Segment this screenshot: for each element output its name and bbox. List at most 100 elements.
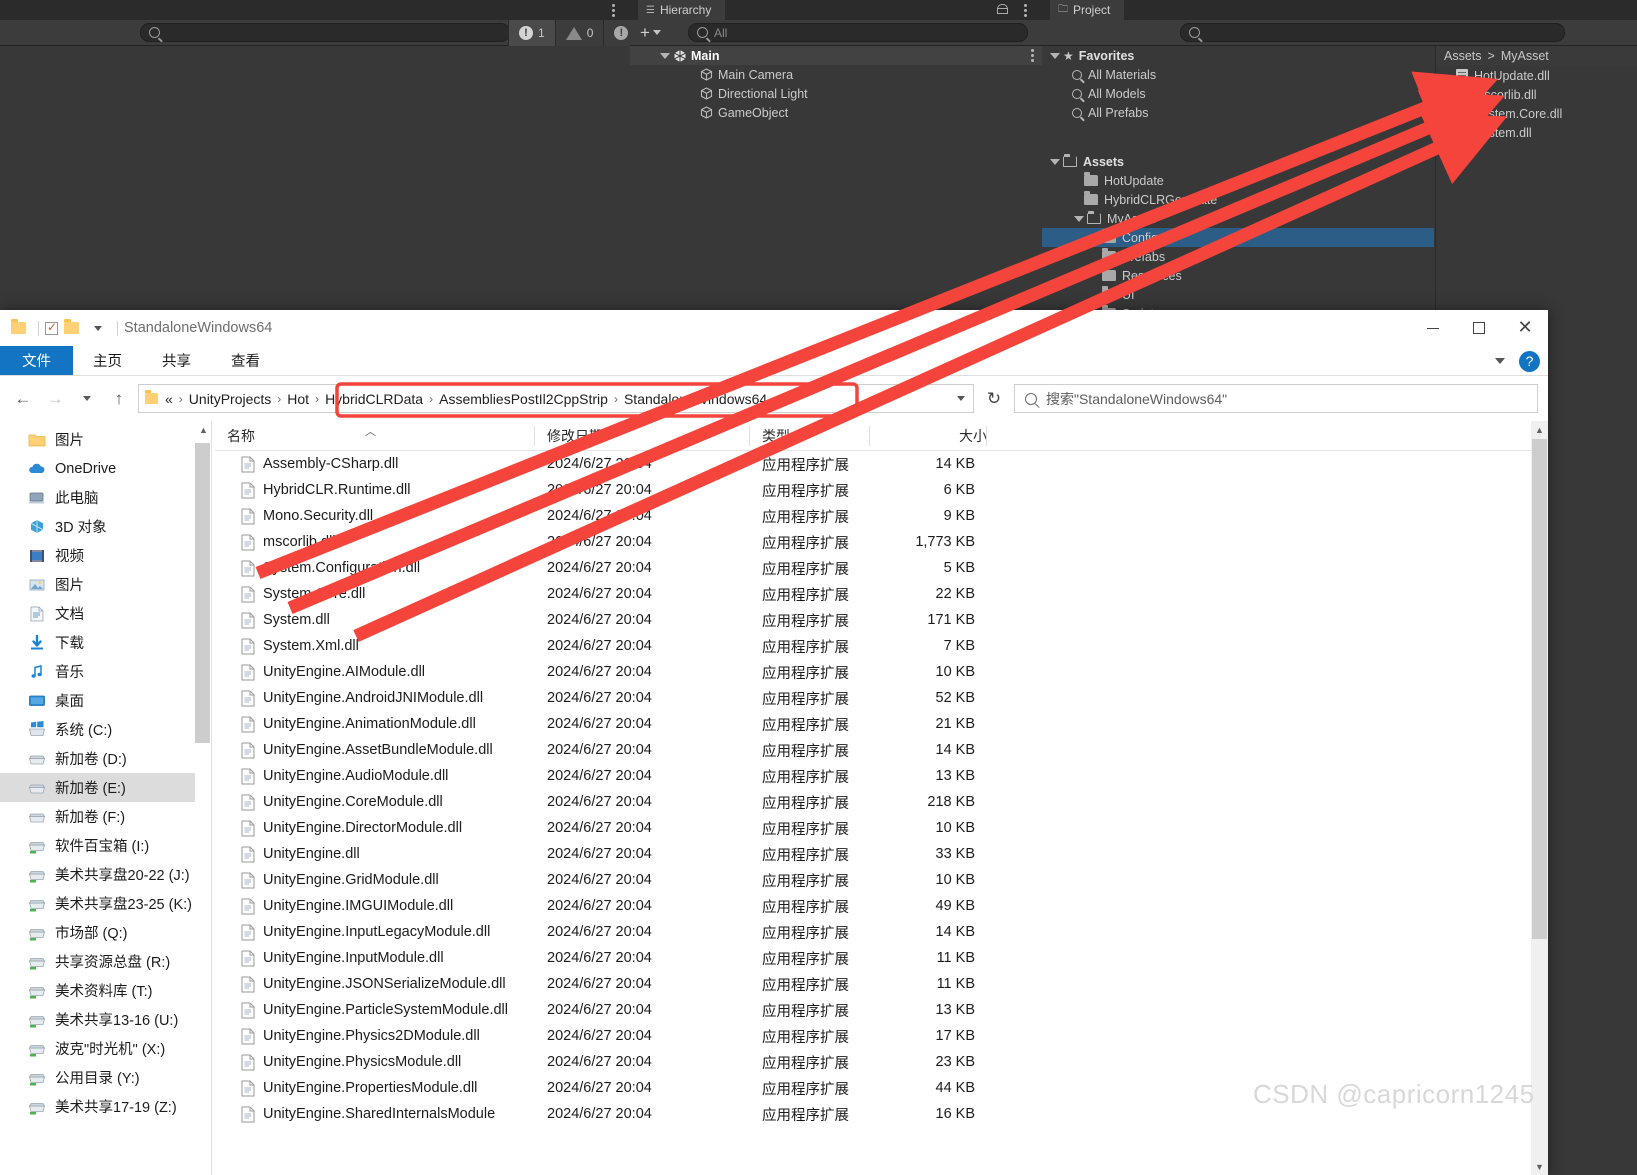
crumb-hybridclrdata[interactable]: HybridCLRData [325, 391, 423, 407]
checkbox-icon[interactable] [45, 320, 58, 335]
nav-item-desktop[interactable]: 桌面 [0, 686, 210, 715]
table-row[interactable]: UnityEngine.AIModule.dll 2024/6/27 20:04 应… [215, 659, 1548, 685]
project-asset-hotupdate-dll[interactable]: HotUpdate.dll [1436, 66, 1637, 85]
nav-item-drive[interactable]: 新加卷 (D:) [0, 744, 210, 773]
table-row[interactable]: UnityEngine.JSONSerializeModule.dll 2024/… [215, 971, 1548, 997]
recent-locations-button[interactable] [74, 386, 100, 412]
nav-scroll-thumb[interactable] [195, 443, 210, 743]
nav-item-network-drive[interactable]: 美术共享盘23-25 (K:) [0, 889, 210, 918]
help-button[interactable]: ? [1519, 350, 1540, 372]
project-tree-prefabs[interactable]: Prefabs [1042, 247, 1434, 266]
project-assets-header[interactable]: Assets [1042, 152, 1434, 171]
table-row[interactable]: mscorlib.dll 2024/6/27 20:04 应用程序扩展 1,773 K… [215, 529, 1548, 555]
project-asset-system-dll[interactable]: System.dll [1436, 123, 1637, 142]
table-row[interactable]: HybridCLR.Runtime.dll 2024/6/27 20:04 应用程序… [215, 477, 1548, 503]
table-row[interactable]: UnityEngine.DirectorModule.dll 2024/6/27 … [215, 815, 1548, 841]
up-button[interactable]: ↑ [106, 386, 132, 412]
table-row[interactable]: System.Core.dll 2024/6/27 20:04 应用程序扩展 22 K… [215, 581, 1548, 607]
nav-item-network-drive[interactable]: 美术资料库 (T:) [0, 976, 210, 1005]
crumb-hot[interactable]: Hot [287, 391, 309, 407]
hierarchy-item-main[interactable]: Main [630, 46, 1042, 65]
project-tree-myasset[interactable]: MyAsset [1042, 209, 1434, 228]
kebab-menu-icon[interactable] [606, 2, 620, 18]
table-row[interactable]: UnityEngine.AnimationModule.dll 2024/6/27… [215, 711, 1548, 737]
nav-item-windows-drive[interactable]: 系统 (C:) [0, 715, 210, 744]
nav-item-network-drive[interactable]: 共享资源总盘 (R:) [0, 947, 210, 976]
table-row[interactable]: UnityEngine.AndroidJNIModule.dll 2024/6/2… [215, 685, 1548, 711]
scroll-up-icon[interactable]: ▲ [1531, 421, 1548, 438]
table-row[interactable]: System.dll 2024/6/27 20:04 应用程序扩展 171 KB [215, 607, 1548, 633]
table-row[interactable]: Assembly-CSharp.dll 2024/6/27 20:04 应用程序扩展… [215, 451, 1548, 477]
search-input[interactable]: 搜索"StandaloneWindows64" [1014, 384, 1538, 413]
breadcrumb-myasset[interactable]: MyAsset [1501, 49, 1549, 63]
crumb-unityprojects[interactable]: UnityProjects [189, 391, 271, 407]
project-search-input[interactable] [1180, 23, 1565, 42]
project-tree-hybridclrgenerate[interactable]: HybridCLRGenerate [1042, 190, 1434, 209]
table-row[interactable]: Mono.Security.dll 2024/6/27 20:04 应用程序扩展 9 … [215, 503, 1548, 529]
tab-share[interactable]: 共享 [142, 346, 211, 375]
tab-project[interactable]: 🗀 Project [1050, 0, 1125, 20]
kebab-menu-icon[interactable] [1031, 49, 1034, 62]
project-tree-resources[interactable]: Resources [1042, 266, 1434, 285]
nav-item-downloads[interactable]: 下载 [0, 628, 210, 657]
close-button[interactable]: ✕ [1502, 310, 1548, 346]
table-row[interactable]: UnityEngine.dll 2024/6/27 20:04 应用程序扩展 33 K… [215, 841, 1548, 867]
table-row[interactable]: UnityEngine.AssetBundleModule.dll 2024/6/… [215, 737, 1548, 763]
nav-item-network-drive[interactable]: 美术共享17-19 (Z:) [0, 1092, 210, 1121]
tab-hierarchy[interactable]: ☰ Hierarchy [638, 0, 726, 20]
scroll-up-icon[interactable]: ▲ [195, 421, 210, 438]
tab-view[interactable]: 查看 [211, 346, 280, 375]
file-scroll-thumb[interactable] [1532, 439, 1547, 939]
column-header-date[interactable]: 修改日期 [535, 421, 750, 451]
folder-icon[interactable] [64, 319, 79, 334]
nav-item-folder-yellow[interactable]: 图片 [0, 425, 210, 454]
tab-file[interactable]: 文件 [0, 346, 73, 375]
nav-item-3d-objects[interactable]: 3D 对象 [0, 512, 210, 541]
hierarchy-item-main-camera[interactable]: Main Camera [630, 65, 1042, 84]
chevron-down-icon[interactable] [1495, 358, 1505, 364]
nav-item-documents[interactable]: 文档 [0, 599, 210, 628]
nav-item-videos[interactable]: 视频 [0, 541, 210, 570]
project-favorite-all-models[interactable]: All Models [1042, 84, 1434, 103]
hierarchy-item-gameobject[interactable]: GameObject [630, 103, 1042, 122]
table-row[interactable]: UnityEngine.CoreModule.dll 2024/6/27 20:0… [215, 789, 1548, 815]
breadcrumb-assets[interactable]: Assets [1444, 49, 1482, 63]
project-tree-config[interactable]: Config [1042, 228, 1434, 247]
project-tree-ui[interactable]: UI [1042, 285, 1434, 304]
table-row[interactable]: UnityEngine.GridModule.dll 2024/6/27 20:0… [215, 867, 1548, 893]
project-favorite-all-materials[interactable]: All Materials [1042, 65, 1434, 84]
hierarchy-add-button[interactable]: + [640, 24, 661, 41]
nav-item-onedrive[interactable]: OneDrive [0, 454, 210, 483]
hierarchy-kebab-icon[interactable] [1018, 2, 1032, 18]
nav-item-network-drive[interactable]: 波克"时光机" (X:) [0, 1034, 210, 1063]
back-button[interactable]: ← [10, 386, 36, 412]
maximize-button[interactable] [1456, 310, 1502, 346]
nav-item-this-pc[interactable]: 此电脑 [0, 483, 210, 512]
minimize-button[interactable] [1410, 310, 1456, 346]
crumb-standalonewindows64[interactable]: StandaloneWindows64 [624, 391, 767, 407]
table-row[interactable]: UnityEngine.Physics2DModule.dll 2024/6/27… [215, 1023, 1548, 1049]
hierarchy-item-directional-light[interactable]: Directional Light [630, 84, 1042, 103]
project-tree-hotupdate[interactable]: HotUpdate [1042, 171, 1434, 190]
console-error-toggle[interactable]: ! 1 [508, 20, 555, 46]
address-path-input[interactable]: « › UnityProjects › Hot › HybridCLRData … [138, 384, 974, 413]
nav-item-music[interactable]: 音乐 [0, 657, 210, 686]
console-search-input[interactable] [140, 23, 510, 42]
forward-button[interactable]: → [42, 386, 68, 412]
table-row[interactable]: UnityEngine.ParticleSystemModule.dll 2024… [215, 997, 1548, 1023]
table-row[interactable]: UnityEngine.InputModule.dll 2024/6/27 20:… [215, 945, 1548, 971]
nav-item-network-drive[interactable]: 软件百宝箱 (I:) [0, 831, 210, 860]
nav-item-network-drive[interactable]: 公用目录 (Y:) [0, 1063, 210, 1092]
nav-item-drive[interactable]: 新加卷 (E:) [0, 773, 210, 802]
crumb-assembliespostil2cppstrip[interactable]: AssembliesPostIl2CppStrip [439, 391, 608, 407]
tab-home[interactable]: 主页 [73, 346, 142, 375]
table-row[interactable]: UnityEngine.InputLegacyModule.dll 2024/6/… [215, 919, 1548, 945]
console-warning-toggle[interactable]: 0 [554, 20, 604, 46]
column-header-type[interactable]: 类型 [750, 421, 870, 451]
table-row[interactable]: System.Xml.dll 2024/6/27 20:04 应用程序扩展 7 KB [215, 633, 1548, 659]
nav-scrollbar[interactable]: ▲ [195, 421, 210, 1175]
project-asset-system-core-dll[interactable]: System.Core.dll [1436, 104, 1637, 123]
refresh-button[interactable]: ↻ [980, 385, 1008, 413]
chevron-down-icon[interactable] [957, 396, 965, 401]
project-favorite-all-prefabs[interactable]: All Prefabs [1042, 103, 1434, 122]
